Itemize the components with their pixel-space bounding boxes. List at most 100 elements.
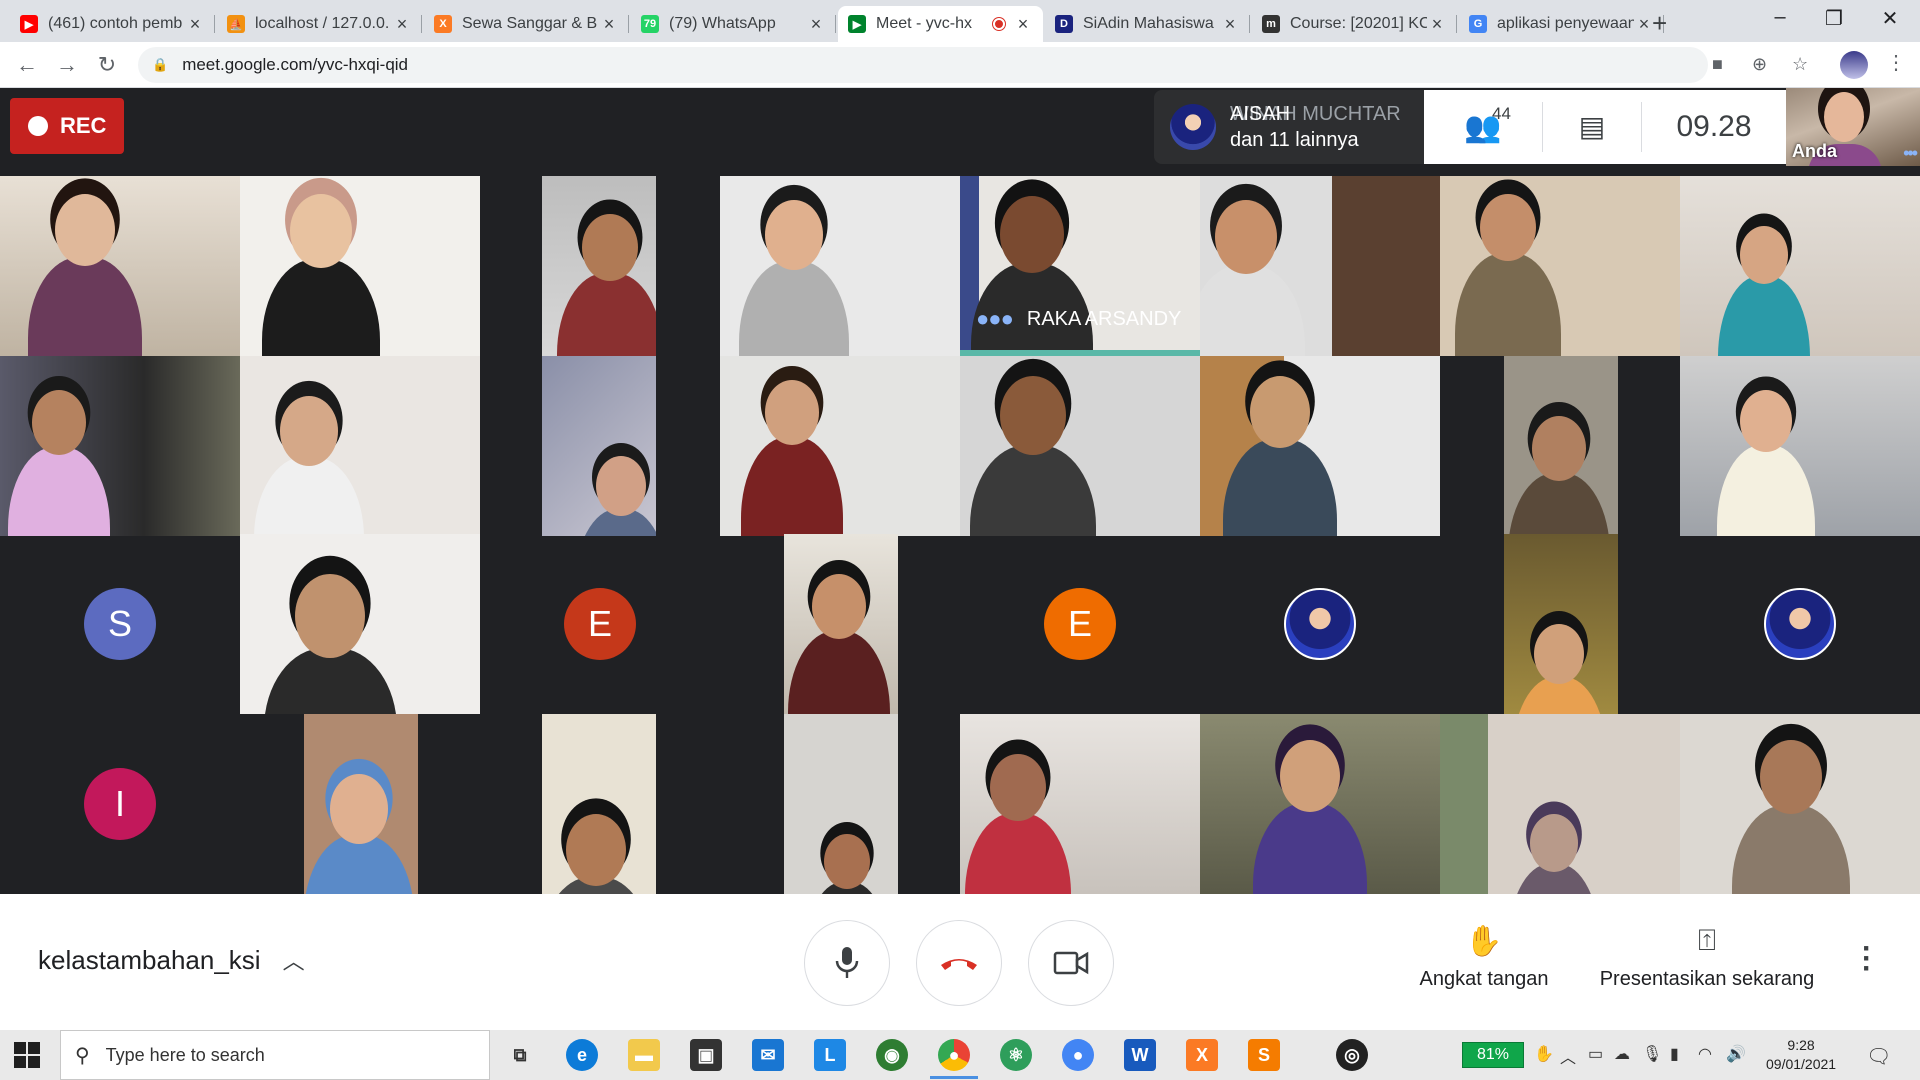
- mail-icon[interactable]: ✉: [752, 1039, 784, 1071]
- participant-tile-s[interactable]: S: [0, 534, 240, 714]
- microphone-button[interactable]: [804, 920, 890, 1006]
- browser-tab[interactable]: D SiAdin Mahasiswa ×: [1045, 6, 1250, 42]
- participant-video-tile[interactable]: [1440, 176, 1680, 356]
- close-tab-icon[interactable]: ×: [185, 14, 205, 35]
- browser-tab[interactable]: X Sewa Sanggar & B ×: [424, 6, 629, 42]
- participant-video-tile[interactable]: [542, 714, 656, 894]
- participant-video-tile[interactable]: [1680, 356, 1920, 536]
- sublime-text-icon[interactable]: S: [1248, 1039, 1280, 1071]
- participant-video-tile[interactable]: [1200, 714, 1440, 894]
- close-tab-icon[interactable]: ×: [1634, 14, 1654, 35]
- participant-video-tile[interactable]: [784, 534, 898, 714]
- minimize-icon[interactable]: –: [1760, 6, 1800, 29]
- participant-video-tile[interactable]: [1504, 534, 1618, 714]
- battery-indicator[interactable]: 81%: [1462, 1042, 1524, 1068]
- participant-tile-photo1[interactable]: [1200, 534, 1440, 714]
- tray-expand-icon[interactable]: ︿: [1560, 1044, 1576, 1068]
- close-tab-icon[interactable]: ×: [1427, 14, 1447, 35]
- task-view-icon[interactable]: ⧉: [504, 1039, 536, 1071]
- windows-start-icon[interactable]: [14, 1042, 40, 1068]
- chrome-profile-icon[interactable]: ●: [1062, 1039, 1094, 1071]
- participant-tile-i[interactable]: I: [0, 714, 240, 894]
- mic-tray-icon[interactable]: 🎙: [1642, 1044, 1662, 1064]
- participant-video-tile[interactable]: [1440, 714, 1680, 894]
- participant-video-tile[interactable]: [1680, 176, 1920, 356]
- leave-call-button[interactable]: [916, 920, 1002, 1006]
- browser-tab[interactable]: ▶ (461) contoh pemb ×: [10, 6, 215, 42]
- self-view-tile[interactable]: Anda •••: [1786, 88, 1920, 166]
- line-app-icon[interactable]: L: [814, 1039, 846, 1071]
- participant-video-tile[interactable]: [784, 714, 898, 894]
- close-window-icon[interactable]: ✕: [1870, 6, 1910, 31]
- participant-video-tile[interactable]: [542, 176, 656, 356]
- app-circle-icon[interactable]: ◎: [1336, 1039, 1368, 1071]
- self-options-icon[interactable]: •••: [1903, 143, 1918, 164]
- participant-tile-e1[interactable]: E: [480, 534, 720, 714]
- notification-icon[interactable]: 🗨: [1866, 1044, 1891, 1069]
- participant-video-tile[interactable]: [240, 356, 480, 536]
- browser-tab[interactable]: Gaplikasi penyewaan ×: [1459, 6, 1664, 42]
- camera-in-use-icon[interactable]: ■: [1712, 54, 1723, 75]
- meeting-details-button[interactable]: kelastambahan_ksi ︿: [38, 944, 305, 976]
- participant-tile-photo2[interactable]: [1680, 534, 1920, 714]
- participant-video-tile[interactable]: [960, 356, 1200, 536]
- file-explorer-icon[interactable]: ▬: [628, 1039, 660, 1071]
- close-tab-icon[interactable]: ×: [1220, 14, 1240, 35]
- bookmark-star-icon[interactable]: ☆: [1792, 54, 1808, 75]
- participant-video-tile[interactable]: [1504, 356, 1618, 536]
- participant-video-tile[interactable]: [304, 714, 418, 894]
- device-icon[interactable]: ▭: [1588, 1044, 1603, 1064]
- participant-video-tile[interactable]: [720, 356, 960, 536]
- volume-icon[interactable]: 🔊: [1726, 1044, 1746, 1064]
- active-speaker-box[interactable]: WINAH MUCHTAR AISAH dan 11 lainnya: [1154, 90, 1424, 164]
- browser-tab[interactable]: ▶ Meet - yvc-hx ×: [838, 6, 1043, 42]
- browser-tab[interactable]: ⛵ localhost / 127.0.0. ×: [217, 6, 422, 42]
- more-options-icon[interactable]: · · ·: [1862, 934, 1872, 984]
- close-tab-icon[interactable]: ×: [599, 14, 619, 35]
- restore-icon[interactable]: ❐: [1814, 6, 1854, 31]
- zoom-icon[interactable]: ⊕: [1752, 54, 1767, 75]
- present-now-button[interactable]: ⍐ Presentasikan sekarang: [1590, 924, 1824, 991]
- participant-video-tile[interactable]: [0, 356, 240, 536]
- cloud-icon[interactable]: ☁: [1614, 1044, 1630, 1064]
- participant-video-tile[interactable]: [240, 176, 480, 356]
- camera-button[interactable]: [1028, 920, 1114, 1006]
- taskbar-search-field[interactable]: ⚲ Type here to search: [60, 1030, 490, 1080]
- avatar-e: E: [1044, 588, 1116, 660]
- participant-video-tile[interactable]: [240, 534, 480, 714]
- participant-video-tile[interactable]: [960, 714, 1200, 894]
- battery-tray-icon[interactable]: ▮: [1670, 1044, 1679, 1064]
- edge-icon[interactable]: e: [566, 1039, 598, 1071]
- participant-video-tile[interactable]: [0, 176, 240, 356]
- participant-video-tile[interactable]: [1200, 176, 1440, 356]
- participant-tile-e2[interactable]: E: [960, 534, 1200, 714]
- word-icon[interactable]: W: [1124, 1039, 1156, 1071]
- url-field[interactable]: 🔒 meet.google.com/yvc-hxqi-qid: [138, 47, 1708, 83]
- forward-icon[interactable]: →: [52, 52, 82, 78]
- participants-button[interactable]: 👥 44: [1424, 104, 1542, 145]
- touch-icon[interactable]: ✋: [1534, 1044, 1554, 1064]
- participant-video-tile[interactable]: [542, 356, 656, 536]
- browser-tab[interactable]: m Course: [20201] KC ×: [1252, 6, 1457, 42]
- xampp-taskbar-icon[interactable]: X: [1186, 1039, 1218, 1071]
- back-icon[interactable]: ←: [12, 52, 42, 78]
- system-clock[interactable]: 9:28 09/01/2021: [1766, 1036, 1836, 1074]
- participant-video-tile[interactable]: [1200, 356, 1440, 536]
- store-icon[interactable]: ▣: [690, 1039, 722, 1071]
- new-tab-button[interactable]: +: [1652, 8, 1667, 39]
- maps-icon[interactable]: ◉: [876, 1039, 908, 1071]
- reload-icon[interactable]: ↻: [92, 52, 122, 78]
- close-tab-icon[interactable]: ×: [806, 14, 826, 35]
- browser-tab[interactable]: 79 (79) WhatsApp ×: [631, 6, 836, 42]
- browser-menu-icon[interactable]: ⋮: [1886, 50, 1906, 75]
- close-tab-icon[interactable]: ×: [392, 14, 412, 35]
- atom-icon[interactable]: ⚛: [1000, 1039, 1032, 1071]
- chrome-icon[interactable]: ●: [938, 1039, 970, 1071]
- raise-hand-button[interactable]: ✋ Angkat tangan: [1404, 924, 1564, 991]
- participant-video-tile[interactable]: [1680, 714, 1920, 894]
- close-tab-icon[interactable]: ×: [1013, 14, 1033, 35]
- wifi-icon[interactable]: ◠: [1698, 1044, 1712, 1064]
- profile-avatar[interactable]: [1840, 51, 1868, 79]
- chat-button[interactable]: ▤: [1542, 102, 1642, 152]
- participant-video-tile[interactable]: [720, 176, 960, 356]
